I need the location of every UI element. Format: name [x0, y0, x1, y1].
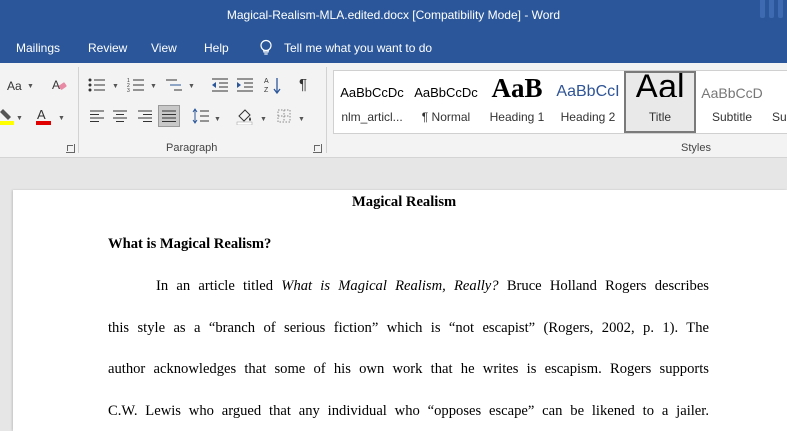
window-title: Magical-Realism-MLA.edited.docx [Compati…: [226, 8, 561, 22]
svg-text:Z: Z: [264, 87, 269, 94]
title-bar: Magical-Realism-MLA.edited.docx [Compati…: [0, 0, 787, 32]
lightbulb-icon[interactable]: [258, 39, 274, 56]
multilevel-list-icon[interactable]: [165, 77, 183, 93]
italic-text-run: What is Magical Realism, Really?: [281, 278, 499, 294]
style-subtle-emphasis[interactable]: Su: [768, 71, 787, 133]
document-title: Magical Realism: [352, 194, 457, 210]
justify-button[interactable]: [158, 105, 180, 127]
window-corner-decoration: [757, 0, 787, 32]
style-nlm-article[interactable]: AaBbCcDc nlm_articl...: [336, 71, 408, 133]
align-left-icon[interactable]: [89, 109, 105, 123]
chevron-down-icon[interactable]: ▼: [150, 83, 157, 91]
styles-gallery: AaBbCcDc nlm_articl... AaBbCcDc ¶ Normal…: [333, 70, 787, 134]
style-heading-1[interactable]: AaB Heading 1: [484, 71, 550, 133]
document-page[interactable]: Magical Realism What is Magical Realism?…: [13, 190, 787, 431]
chevron-down-icon[interactable]: ▼: [260, 116, 267, 124]
style-name: ¶ Normal: [421, 110, 471, 124]
style-title[interactable]: Aal Title: [624, 71, 696, 133]
paragraph-line-3: author acknowledges that some of his own…: [108, 361, 709, 377]
style-name: Heading 2: [560, 110, 616, 124]
borders-icon[interactable]: [277, 109, 291, 123]
numbering-icon[interactable]: 1 2 3: [127, 77, 145, 93]
highlight-icon[interactable]: [0, 107, 16, 125]
style-preview: AaBbCcI: [556, 83, 620, 100]
chevron-down-icon[interactable]: ▼: [298, 116, 305, 124]
text-run: Bruce Holland Rogers describes: [498, 278, 709, 294]
show-formatting-marks-icon[interactable]: ¶: [299, 77, 307, 93]
text-run: In an article titled: [156, 278, 282, 294]
style-heading-2[interactable]: AaBbCcI Heading 2: [554, 71, 622, 133]
chevron-down-icon[interactable]: ▼: [58, 115, 65, 123]
styles-group-label: Styles: [681, 142, 711, 154]
chevron-down-icon[interactable]: ▼: [16, 115, 23, 123]
bullets-icon[interactable]: [88, 77, 106, 93]
style-name: Su: [772, 110, 787, 124]
chevron-down-icon[interactable]: ▼: [112, 83, 119, 91]
sort-icon[interactable]: A Z: [264, 76, 282, 94]
font-size-case-button[interactable]: Aa: [7, 78, 22, 94]
svg-text:A: A: [37, 107, 46, 122]
increase-indent-icon[interactable]: [236, 77, 254, 93]
chevron-down-icon[interactable]: ▼: [214, 116, 221, 124]
style-name: Title: [648, 110, 672, 124]
svg-text:A: A: [52, 78, 60, 92]
ribbon: Aa ▼ A ▼ A ▼ ▼ 1 2 3 ▼ ▼ A Z ¶ ▼ ▼ ▼ Par…: [0, 63, 787, 158]
font-dialog-launcher-icon[interactable]: [66, 144, 75, 153]
clear-formatting-icon[interactable]: A: [51, 77, 67, 93]
chevron-down-icon[interactable]: ▼: [27, 83, 34, 91]
document-heading: What is Magical Realism?: [108, 236, 272, 252]
justify-icon: [162, 110, 176, 122]
svg-text:3: 3: [127, 88, 130, 93]
align-center-icon[interactable]: [112, 109, 128, 123]
paragraph-dialog-launcher-icon[interactable]: [313, 144, 322, 153]
chevron-down-icon[interactable]: ▼: [188, 83, 195, 91]
paragraph-line-4: C.W. Lewis who argued that any individua…: [108, 403, 709, 419]
style-preview: Aal: [635, 71, 685, 97]
highlight-color-swatch: [0, 121, 14, 125]
style-name: nlm_articl...: [341, 110, 403, 124]
style-normal[interactable]: AaBbCcDc ¶ Normal: [411, 71, 481, 133]
style-name: Heading 1: [489, 110, 545, 124]
shading-icon[interactable]: [236, 107, 254, 125]
tab-review[interactable]: Review: [88, 41, 127, 55]
line-spacing-icon[interactable]: [192, 108, 210, 124]
tab-view[interactable]: View: [151, 41, 177, 55]
font-color-icon[interactable]: A: [35, 107, 53, 125]
style-preview: AaB: [491, 73, 543, 103]
tab-help[interactable]: Help: [204, 41, 229, 55]
decrease-indent-icon[interactable]: [211, 77, 229, 93]
tab-mailings[interactable]: Mailings: [16, 41, 60, 55]
svg-text:A: A: [264, 78, 269, 85]
style-subtitle[interactable]: AaBbCcD Subtitle: [698, 71, 766, 133]
paragraph-group-label: Paragraph: [166, 142, 218, 154]
paragraph-line-1: In an article titled What is Magical Rea…: [156, 278, 709, 298]
style-name: Subtitle: [711, 110, 753, 124]
ribbon-tab-bar: Mailings Review View Help Tell me what y…: [0, 32, 787, 63]
paragraph-line-2: this style as a “branch of serious ficti…: [108, 320, 709, 336]
document-area: Magical Realism What is Magical Realism?…: [0, 158, 787, 431]
align-right-icon[interactable]: [137, 109, 153, 123]
tell-me-search[interactable]: Tell me what you want to do: [284, 41, 432, 55]
